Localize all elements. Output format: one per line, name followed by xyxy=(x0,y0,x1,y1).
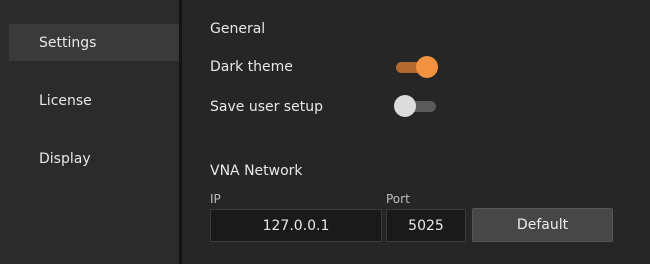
save-user-setup-toggle[interactable] xyxy=(394,95,438,117)
ip-input[interactable]: 127.0.0.1 xyxy=(210,209,382,242)
sidebar-item-display[interactable]: Display xyxy=(9,140,179,177)
vna-network-section-title: VNA Network xyxy=(210,163,303,179)
ip-label: IP xyxy=(210,192,221,206)
ip-value: 127.0.0.1 xyxy=(262,217,330,234)
default-button-label: Default xyxy=(516,217,569,233)
toggle-knob xyxy=(394,95,416,117)
sidebar-item-settings[interactable]: Settings xyxy=(9,24,179,61)
sidebar-item-license[interactable]: License xyxy=(9,82,179,119)
default-button[interactable]: Default xyxy=(472,208,613,242)
port-input[interactable]: 5025 xyxy=(386,209,466,242)
port-value: 5025 xyxy=(408,217,444,234)
sidebar-item-label: Display xyxy=(39,150,91,167)
dark-theme-toggle[interactable] xyxy=(394,56,438,78)
save-user-setup-label: Save user setup xyxy=(210,99,323,115)
dark-theme-label: Dark theme xyxy=(210,59,293,75)
general-section-title: General xyxy=(210,21,266,37)
sidebar: Settings License Display xyxy=(0,0,179,264)
settings-panel: General Dark theme Save user setup VNA N… xyxy=(182,0,650,264)
sidebar-item-label: License xyxy=(39,92,92,109)
toggle-knob xyxy=(416,56,438,78)
port-label: Port xyxy=(386,192,410,206)
sidebar-item-label: Settings xyxy=(39,34,97,51)
